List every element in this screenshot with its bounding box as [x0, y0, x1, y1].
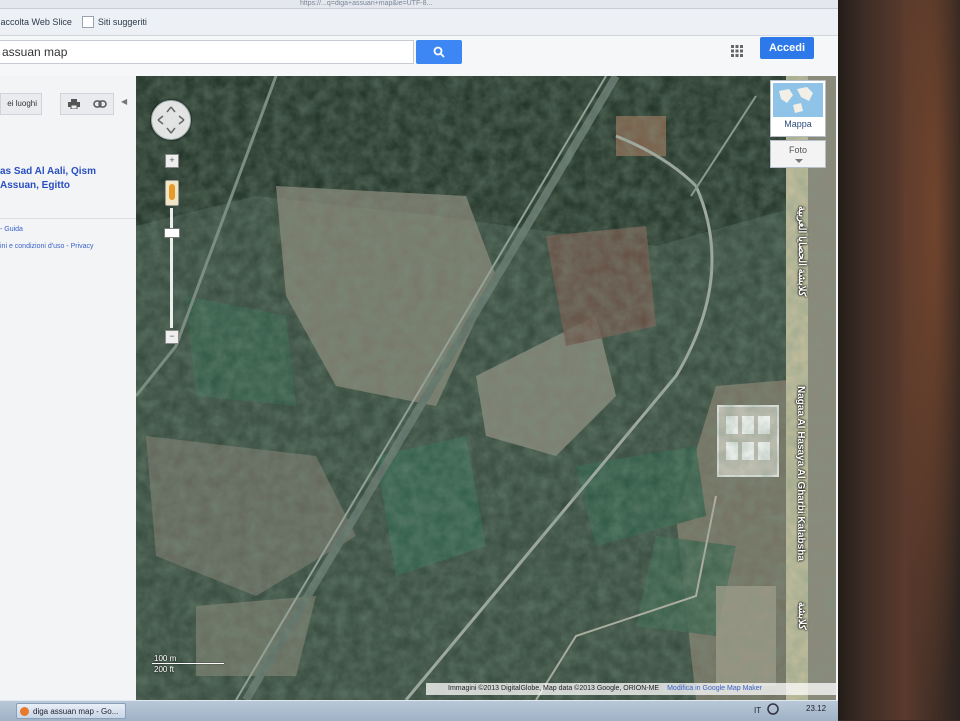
apps-grid-icon[interactable]	[730, 44, 744, 58]
zoom-slider-handle[interactable]	[164, 228, 180, 238]
bezel-glow	[898, 0, 960, 720]
bookmark-label: Siti suggeriti	[97, 17, 147, 27]
my-places-tab[interactable]: ei luoghi	[0, 93, 42, 115]
task-label: diga assuan map - Go...	[33, 707, 119, 716]
map-type-satellite-button[interactable]: Foto	[770, 140, 826, 168]
address-bar[interactable]: https://...q=diga+assuan+map&ie=UTF-8...	[0, 0, 838, 9]
search-button[interactable]	[416, 40, 462, 64]
page-icon	[81, 16, 94, 28]
left-panel: ei luoghi ◀ as Sad Al Aali, Qism Assuan,…	[0, 76, 136, 700]
road-label: Nagaa Al Hasaya Al Gharbi Kalabsha	[795, 386, 806, 561]
world-map-icon	[773, 83, 823, 117]
map-type-label: Mappa	[784, 119, 812, 129]
network-icon[interactable]	[767, 703, 779, 715]
monitor-bezel	[838, 0, 960, 720]
search-input[interactable]	[0, 40, 414, 64]
system-tray: IT	[754, 703, 779, 719]
attribution-text: Immagini ©2013 DigitalGlobe, Map data ©2…	[448, 685, 660, 692]
language-indicator[interactable]: IT	[754, 703, 761, 719]
zoom-in-button[interactable]: +	[165, 154, 179, 168]
pan-control[interactable]	[151, 100, 191, 140]
road-label: كلابشة	[796, 602, 807, 630]
bookmark-web-slice[interactable]: Raccolta Web Slice	[0, 17, 72, 27]
taskbar: diga assuan map - Go... IT 23.12	[0, 700, 838, 721]
map-type-map-button[interactable]: Mappa	[770, 80, 826, 137]
zoom-out-button[interactable]: −	[165, 330, 179, 344]
bookmark-suggested-sites[interactable]: Siti suggeriti	[81, 16, 147, 28]
satellite-map[interactable]: + − Mappa Foto كلابشة الحصايا الغربية Na…	[136, 76, 836, 700]
scale-bar: 100 m 200 ft	[152, 654, 224, 674]
bookmark-label: Raccolta Web Slice	[0, 17, 72, 27]
link-icon[interactable]	[92, 100, 107, 108]
panel-toolbar: ei luoghi ◀	[0, 93, 136, 119]
bookmarks-bar: Raccolta Web Slice Siti suggeriti	[0, 9, 838, 36]
taskbar-browser-item[interactable]: diga assuan map - Go...	[16, 703, 126, 719]
collapse-icon[interactable]: ◀	[121, 97, 127, 106]
login-button[interactable]: Accedi	[760, 37, 814, 59]
scale-line	[152, 663, 224, 664]
scale-metric: 100 m	[154, 654, 177, 663]
place-title[interactable]: as Sad Al Aali, Qism Assuan, Egitto	[0, 165, 130, 193]
terms-link[interactable]: ini e condizioni d'uso - Privacy	[0, 243, 94, 250]
road-label: كلابشة الحصايا الغربية	[796, 206, 807, 297]
map-maker-link[interactable]: Modifica in Google Map Maker	[667, 685, 762, 692]
satellite-imagery	[136, 76, 836, 700]
guide-link[interactable]: - Guida	[0, 226, 23, 233]
map-type-label: Foto	[788, 145, 807, 155]
search-icon	[433, 46, 445, 58]
pegman-icon[interactable]	[165, 180, 179, 206]
firefox-icon	[20, 707, 29, 716]
tool-buttons	[60, 93, 114, 115]
browser-window: https://...q=diga+assuan+map&ie=UTF-8...…	[0, 0, 838, 700]
pan-arrows-icon	[157, 106, 185, 134]
divider	[0, 218, 136, 219]
print-icon[interactable]	[67, 99, 80, 109]
zoom-slider-track[interactable]	[170, 208, 173, 328]
scale-imperial: 200 ft	[154, 665, 175, 674]
map-attribution: Immagini ©2013 DigitalGlobe, Map data ©2…	[426, 683, 836, 695]
dropdown-caret-icon[interactable]	[795, 159, 803, 163]
clock[interactable]: 23.12	[806, 704, 826, 713]
maps-header: Accedi	[0, 36, 838, 76]
